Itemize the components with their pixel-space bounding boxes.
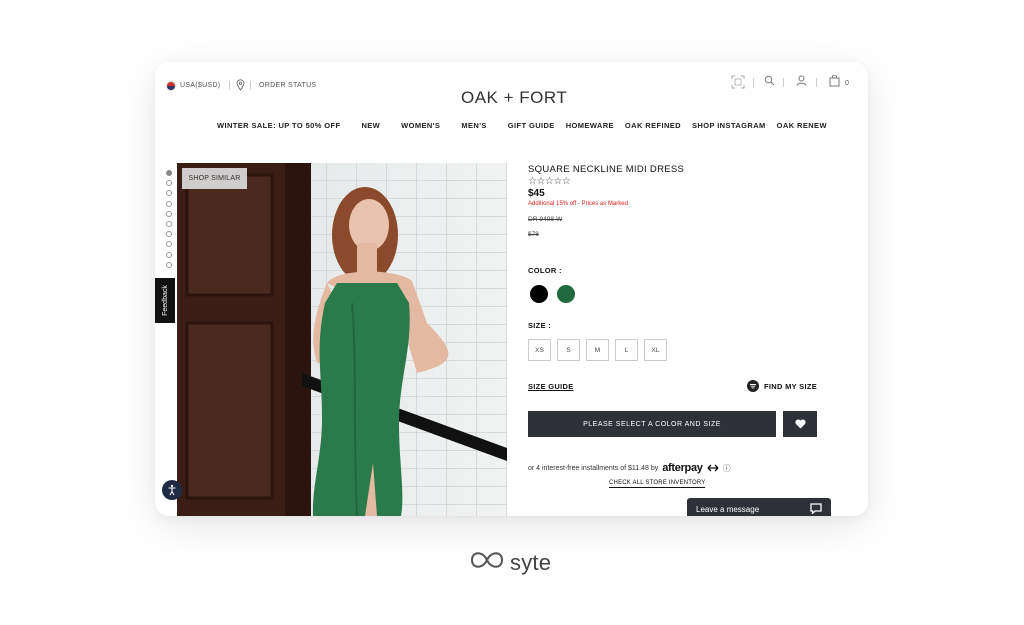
original-price: $78 <box>528 231 539 238</box>
afterpay-arrows-icon <box>707 459 719 477</box>
heart-icon <box>794 419 806 429</box>
color-label: COLOR : <box>528 266 562 275</box>
nav-item-oak-refined[interactable]: OAK REFINED <box>625 121 681 130</box>
gallery-thumbnail-dot[interactable] <box>166 251 172 258</box>
size-option-xs[interactable]: XS <box>528 339 551 361</box>
gallery-thumbnail-dot[interactable] <box>166 170 172 176</box>
order-status-link[interactable]: ORDER STATUS <box>259 82 316 89</box>
syte-brand: syte <box>469 548 551 577</box>
size-option-m[interactable]: M <box>586 339 609 361</box>
store-inventory-link[interactable]: CHECK ALL STORE INVENTORY <box>609 480 706 488</box>
nav-item-womens[interactable]: WOMEN'S <box>401 121 440 130</box>
product-sku: DR-9498-W <box>528 216 563 223</box>
gallery-thumbnail-dot[interactable] <box>166 200 172 207</box>
nav-item-shop-instagram[interactable]: SHOP INSTAGRAM <box>692 121 766 130</box>
us-flag-icon <box>166 81 176 91</box>
size-option-l[interactable]: L <box>615 339 638 361</box>
size-option-s[interactable]: S <box>557 339 580 361</box>
divider <box>816 78 817 87</box>
wishlist-button[interactable] <box>783 411 817 437</box>
search-icon[interactable] <box>764 75 775 86</box>
nav-item-winter-sale[interactable]: WINTER SALE: UP TO 50% OFF <box>217 121 340 130</box>
main-nav: WINTER SALE: UP TO 50% OFF NEW WOMEN'S M… <box>217 121 827 130</box>
installments-row: or 4 interest-free installments of $11.4… <box>528 459 731 477</box>
gallery-thumbnail-dots <box>166 170 172 268</box>
size-option-xl[interactable]: XL <box>644 339 667 361</box>
divider <box>753 78 754 87</box>
product-price: $45 <box>528 188 545 199</box>
accessibility-button[interactable] <box>162 480 182 500</box>
site-logo[interactable]: OAK + FORT <box>461 88 567 108</box>
product-photo[interactable] <box>177 163 507 516</box>
scan-icon[interactable] <box>731 75 745 89</box>
size-label: SIZE : <box>528 321 552 330</box>
installments-text: or 4 interest-free installments of $11.4… <box>528 464 659 472</box>
shopping-bag-icon[interactable] <box>829 75 840 87</box>
info-icon[interactable]: ⓘ <box>723 463 731 474</box>
divider <box>229 81 230 90</box>
color-swatch-black[interactable] <box>530 285 548 303</box>
nav-item-mens[interactable]: MEN'S <box>461 121 486 130</box>
nav-item-new[interactable]: NEW <box>361 121 380 130</box>
chat-widget[interactable]: Leave a message <box>687 498 831 516</box>
divider <box>250 81 251 90</box>
product-title: SQUARE NECKLINE MIDI DRESS <box>528 164 685 175</box>
rating-stars[interactable]: ☆☆☆☆☆ <box>528 176 571 187</box>
add-to-bag-button[interactable]: PLEASE SELECT A COLOR AND SIZE <box>528 411 776 437</box>
gallery-thumbnail-dot[interactable] <box>166 231 172 238</box>
feedback-tab[interactable]: Feedback <box>155 278 175 323</box>
gallery-thumbnail-dot[interactable] <box>166 210 172 217</box>
nav-item-homeware[interactable]: HOMEWARE <box>566 121 614 130</box>
syte-logo-icon <box>469 548 505 577</box>
find-my-size-link[interactable]: FIND MY SIZE <box>764 382 817 391</box>
nav-item-oak-renew[interactable]: OAK RENEW <box>777 121 827 130</box>
size-guide-link[interactable]: SIZE GUIDE <box>528 382 574 391</box>
account-icon[interactable] <box>796 75 807 86</box>
browser-window: USA($USD) ORDER STATUS OAK + FORT 0 WINT… <box>155 62 868 516</box>
region-selector[interactable]: USA($USD) <box>180 82 220 89</box>
chat-bubble-icon <box>810 502 822 516</box>
gallery-thumbnail-dot[interactable] <box>166 241 172 248</box>
syte-wordmark: syte <box>510 549 552 575</box>
gallery-thumbnail-dot[interactable] <box>166 190 172 197</box>
size-options: XS S M L XL <box>528 339 667 361</box>
gallery-thumbnail-dot[interactable] <box>166 180 172 187</box>
chat-label: Leave a message <box>696 504 760 514</box>
cart-count: 0 <box>845 80 850 87</box>
afterpay-logo[interactable]: afterpay <box>662 462 703 474</box>
gallery-thumbnail-dot[interactable] <box>166 220 172 227</box>
shop-similar-button[interactable]: SHOP SIMILAR <box>182 168 247 189</box>
promo-text: Additional 15% off - Prices as Marked <box>528 201 628 207</box>
location-pin-icon[interactable] <box>236 79 245 91</box>
gallery-thumbnail-dot[interactable] <box>166 261 172 268</box>
nav-item-gift-guide[interactable]: GIFT GUIDE <box>508 121 555 130</box>
divider <box>783 78 784 87</box>
find-my-size-icon[interactable] <box>747 380 759 392</box>
color-swatch-green[interactable] <box>557 285 575 303</box>
